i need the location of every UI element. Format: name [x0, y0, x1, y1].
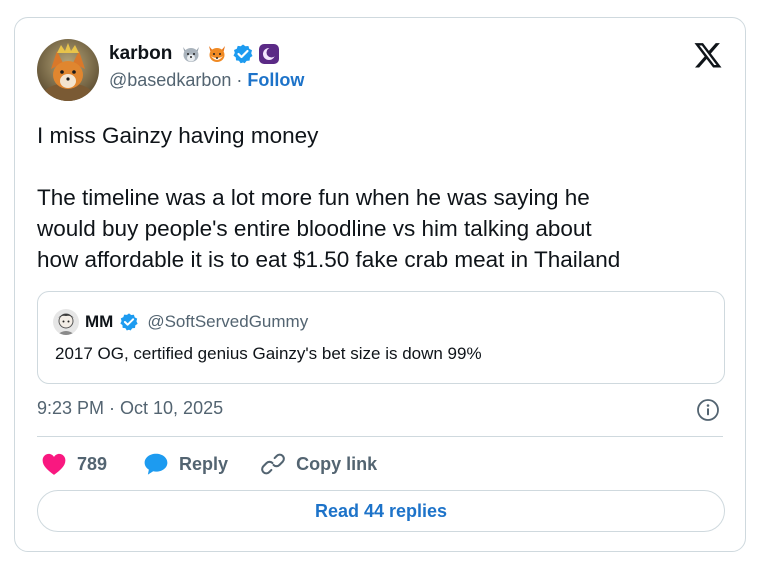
handle-separator: · [236, 70, 243, 90]
fox-emoji-icon [206, 43, 228, 65]
copy-link-label: Copy link [296, 453, 378, 474]
link-chain-icon [260, 451, 286, 477]
author-handle[interactable]: @basedkarbon [109, 70, 231, 91]
reply-bubble-icon [143, 452, 169, 476]
verified-badge-icon[interactable] [232, 43, 254, 65]
tweet-line: how affordable it is to eat $1.50 fake c… [37, 247, 621, 272]
quote-header: MM @SoftServedGummy [53, 309, 308, 335]
reply-label: Reply [179, 453, 229, 474]
quote-author-avatar[interactable] [53, 309, 79, 335]
tweet-line: The timeline was a lot more fun when he … [37, 185, 590, 210]
quote-verified-badge-icon [119, 312, 139, 332]
divider [37, 436, 723, 437]
author-name-row: karbon [109, 40, 280, 68]
tweet-line: I miss Gainzy having money [37, 123, 319, 148]
moon-emoji-icon [258, 43, 280, 65]
action-bar: 789 Reply Copy link [41, 450, 377, 478]
quote-text: 2017 OG, certified genius Gainzy's bet s… [55, 344, 482, 363]
copy-link-button[interactable]: Copy link [260, 451, 377, 477]
like-count: 789 [77, 453, 108, 474]
heart-icon [41, 452, 67, 476]
info-icon[interactable] [696, 398, 720, 422]
like-button[interactable]: 789 [41, 452, 107, 476]
x-logo-icon[interactable] [693, 40, 723, 70]
reply-button[interactable]: Reply [143, 452, 228, 476]
author-avatar[interactable] [37, 39, 99, 101]
tweet-line: would buy people's entire bloodline vs h… [37, 216, 592, 241]
author-display-name[interactable]: karbon [109, 43, 172, 65]
wolf-emoji-icon [180, 43, 202, 65]
quote-author-handle[interactable]: @SoftServedGummy [147, 312, 308, 332]
tweet-card[interactable]: karbon @basedkarbon · Follow I miss Gain… [14, 17, 746, 552]
quoted-tweet[interactable]: MM @SoftServedGummy 2017 OG, certified g… [37, 291, 725, 384]
follow-button[interactable]: Follow [247, 70, 304, 91]
tweet-timestamp[interactable]: 9:23 PM · Oct 10, 2025 [37, 398, 223, 419]
author-handle-row: @basedkarbon · Follow [109, 70, 304, 91]
quote-author-name[interactable]: MM [85, 312, 113, 332]
tweet-text: I miss Gainzy having money The timeline … [37, 120, 727, 275]
read-replies-button[interactable]: Read 44 replies [37, 490, 725, 532]
